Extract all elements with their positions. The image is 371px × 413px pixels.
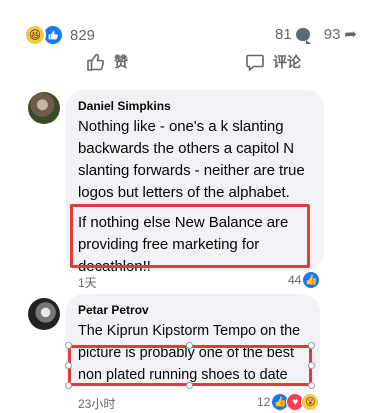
resize-handle[interactable]	[186, 342, 193, 349]
resize-handle[interactable]	[65, 342, 72, 349]
selection-box[interactable]	[68, 345, 312, 386]
share-count[interactable]: 93	[324, 26, 341, 43]
comment-author[interactable]: Petar Petrov	[78, 303, 308, 317]
resize-handle[interactable]	[308, 382, 315, 389]
comment-icon	[246, 54, 264, 71]
comment-reaction-count: 44	[288, 273, 302, 287]
avatar[interactable]	[28, 92, 60, 124]
resize-handle[interactable]	[65, 362, 72, 369]
resize-handle[interactable]	[65, 382, 72, 389]
comment-reaction-count: 12	[257, 395, 271, 409]
resize-handle[interactable]	[186, 382, 193, 389]
resize-handle[interactable]	[308, 362, 315, 369]
comment-reactions[interactable]: 44 👍	[284, 270, 323, 290]
reaction-count: 829	[70, 26, 96, 44]
resize-handle[interactable]	[308, 342, 315, 349]
like-icon: 👍	[302, 271, 321, 289]
comment-button[interactable]: 评论	[245, 52, 301, 72]
comment-text-line: The Kiprun Kipstorm Tempo on the	[78, 323, 301, 339]
wow-icon: 😮	[301, 393, 320, 411]
post-stats-bar: 😆 829 81 93 ➦	[24, 18, 357, 48]
haha-icon: 😆	[24, 24, 46, 46]
like-button-label: 赞	[114, 54, 128, 70]
comment-text-line: logos but letters of the alphabet.	[78, 184, 290, 201]
comment-reactions[interactable]: 12 👍 ♥ 😮	[255, 392, 322, 412]
divider	[14, 88, 357, 89]
post-action-bar: 赞 评论	[0, 52, 371, 84]
comment-text-line: Nothing like - one's a k slanting	[78, 118, 284, 135]
engagement-counts: 81 93 ➦	[275, 25, 357, 44]
comment-icon	[295, 27, 311, 44]
comment-count[interactable]: 81	[275, 26, 292, 43]
thumbs-up-icon	[87, 53, 105, 71]
comment-author[interactable]: Daniel Simpkins	[78, 99, 312, 113]
avatar[interactable]	[28, 298, 60, 330]
highlight-box	[70, 204, 310, 268]
comment-timestamp[interactable]: 1天	[78, 274, 97, 291]
like-button[interactable]: 赞	[86, 52, 128, 72]
reaction-summary[interactable]: 😆 829	[24, 24, 95, 46]
comment-button-label: 评论	[273, 54, 301, 70]
share-icon: ➦	[344, 26, 357, 43]
comment-timestamp[interactable]: 23小时	[78, 395, 115, 412]
comment-text-line: backwards the others a capitol N	[78, 140, 295, 157]
comment-text-line: slanting forwards - neither are true	[78, 162, 305, 179]
